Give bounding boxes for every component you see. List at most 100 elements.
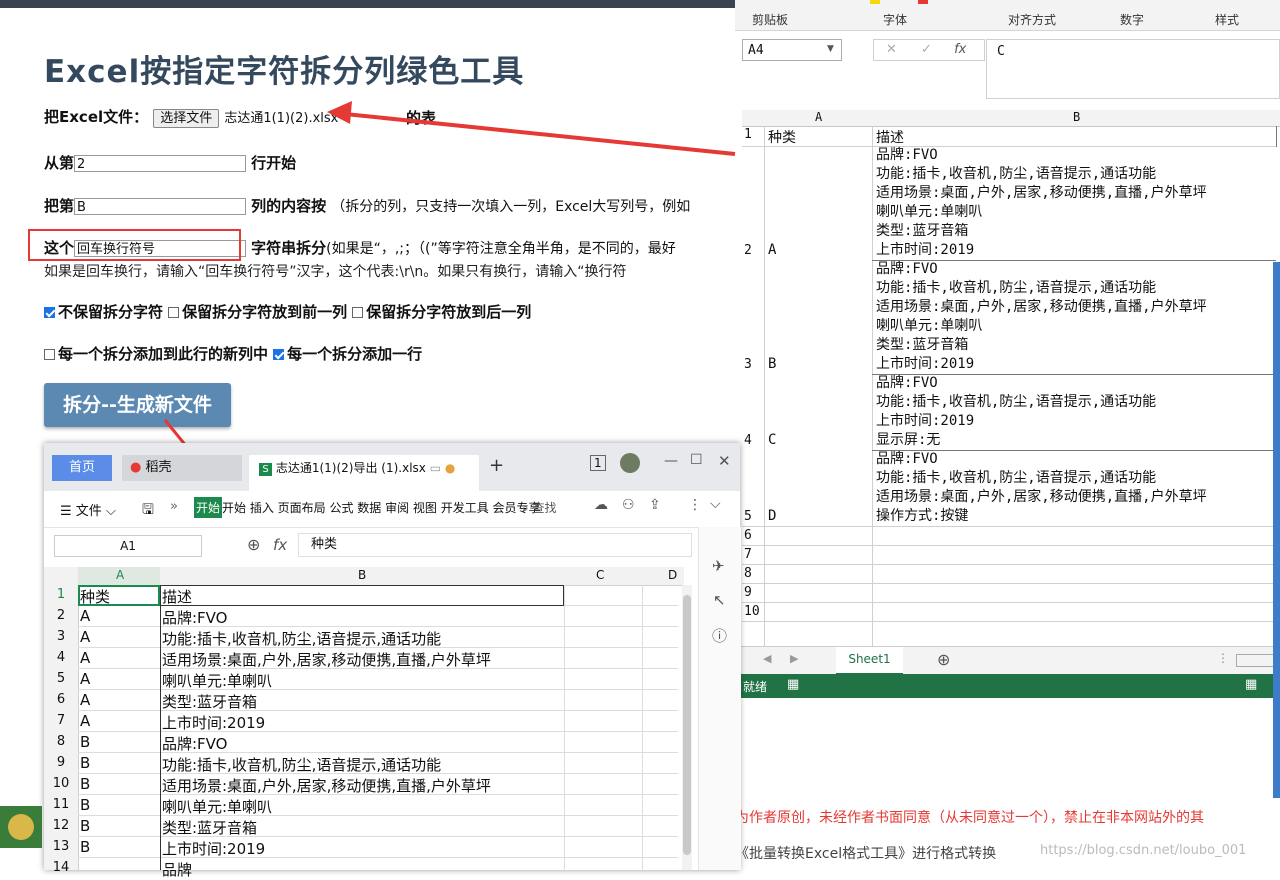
gridline [78, 836, 678, 837]
more-menu-icon[interactable]: » [170, 499, 178, 514]
gridline [78, 731, 678, 732]
wps-row-number: 12 [52, 818, 70, 833]
wps-cell-b: 适用场景:桌面,户外,居家,移动便携,直播,户外草坪 [162, 777, 491, 795]
help-icon[interactable]: ⓘ [712, 625, 727, 646]
zoom-icon[interactable]: ⊕ [247, 535, 260, 554]
wps-cell-b: 品牌:FVO [162, 609, 228, 627]
cloud-icon[interactable]: ☁ [594, 497, 608, 513]
close-icon[interactable]: ✕ [718, 452, 731, 470]
wps-cell-a: B [80, 754, 91, 772]
wps-col-a[interactable]: A [116, 568, 124, 582]
wps-cell-b: 功能:插卡,收音机,防尘,语音提示,通话功能 [162, 630, 442, 648]
tab-file-label: 志达通1(1)(2)导出 (1).xlsx [275, 461, 426, 475]
wps-cell-a: A [80, 607, 91, 625]
wps-cell-b: 喇叭单元:单喇叭 [162, 672, 273, 690]
menu-file[interactable]: ☰ 文件 ⌵ [60, 500, 116, 519]
wps-row-number: 5 [56, 671, 66, 686]
wps-cell-b: 功能:插卡,收音机,防尘,语音提示,通话功能 [162, 756, 442, 774]
unsaved-dot-icon: ● [444, 461, 456, 475]
wps-cell-a: A [80, 691, 91, 709]
wps-cell-a: A [80, 628, 91, 646]
menu-more-icon[interactable]: ⋮ [688, 497, 702, 513]
gridline [78, 815, 678, 816]
wps-row-number: 6 [56, 692, 66, 707]
wps-column-headers: A B C D [44, 567, 684, 586]
wps-row-number: 2 [56, 608, 66, 623]
gridline [78, 857, 678, 858]
search-icon[interactable]: ⌕ 查找 [522, 499, 557, 516]
active-cell-border [78, 585, 160, 606]
tab-home[interactable]: 首页 [52, 455, 112, 481]
gridline [78, 647, 678, 648]
header-border [160, 585, 564, 606]
desktop-icon-logo [8, 814, 34, 840]
desktop-icon[interactable] [0, 806, 42, 848]
maximize-icon[interactable]: ☐ [690, 452, 703, 468]
wps-cell-b: 上市时间:2019 [162, 714, 266, 732]
wps-cell-a: A [80, 649, 91, 667]
avatar[interactable] [620, 453, 640, 473]
gridline [160, 585, 161, 870]
tab-daoke-label: 稻壳 [145, 460, 172, 475]
wps-window: 首页 ● 稻壳 S 志达通1(1)(2)导出 (1).xlsx ▭ ● + 1 … [44, 443, 741, 879]
arrow-to-file [344, 112, 736, 156]
wps-sidebar: ✈ ↖ ⓘ [698, 527, 741, 870]
menu-file-label: 文件 [75, 504, 102, 519]
wps-row-number: 13 [52, 839, 70, 854]
cursor-icon[interactable]: ↖ [713, 591, 726, 609]
wps-menu-bar: ☰ 文件 ⌵ 🖫 » 开始 开始 插入 页面布局 公式 数据 审阅 视图 开发工… [44, 491, 740, 528]
rocket-icon[interactable]: ✈ [712, 557, 725, 575]
daoke-icon: ● [130, 460, 142, 475]
gridline [78, 689, 678, 690]
wps-cell-b: 适用场景:桌面,户外,居家,移动便携,直播,户外草坪 [162, 651, 491, 669]
wps-cell-a: B [80, 775, 91, 793]
wps-col-b[interactable]: B [358, 568, 366, 582]
wps-cell-b: 类型:蓝牙音箱 [162, 819, 258, 837]
wps-row-number: 1 [56, 587, 66, 602]
wps-grid[interactable]: 1 种类 描述 2 A 品牌:FVO 3 A 功能:插卡,收音机,防尘,语音提示,通话功能 4 A 适… [44, 585, 680, 879]
gridline [78, 794, 678, 795]
wps-row-number: 10 [52, 776, 70, 791]
wps-cell-a: A [80, 712, 91, 730]
gridline [78, 773, 678, 774]
tab-file[interactable]: S 志达通1(1)(2)导出 (1).xlsx ▭ ● [249, 455, 479, 491]
menu-start[interactable]: 开始 [194, 497, 223, 518]
wps-formula-bar[interactable]: 种类 [298, 533, 692, 557]
gridline [78, 668, 678, 669]
wps-col-d[interactable]: D [668, 568, 677, 582]
user-add-icon[interactable]: ⚇ [622, 497, 635, 513]
minimize-icon[interactable]: — [664, 453, 678, 469]
wps-cell-a: B [80, 838, 91, 856]
gridline [564, 585, 565, 870]
wps-cell-b: 上市时间:2019 [162, 840, 266, 858]
wps-name-box[interactable]: A1 [54, 535, 202, 557]
wps-row-number: 7 [56, 713, 66, 728]
wps-cell-b: 品牌:FVO [162, 735, 228, 753]
search-label: 查找 [532, 501, 557, 515]
tab-monitor-icon[interactable]: ▭ [430, 461, 441, 475]
wps-cell-b: 喇叭单元:单喇叭 [162, 798, 273, 816]
wps-titlebar: 首页 ● 稻壳 S 志达通1(1)(2)导出 (1).xlsx ▭ ● + 1 … [44, 443, 740, 491]
wps-col-c[interactable]: C [596, 568, 604, 582]
collapse-chevron-icon[interactable]: ⌵ [710, 496, 721, 512]
new-tab-icon[interactable]: + [489, 455, 504, 476]
tab-daoke[interactable]: ● 稻壳 [122, 455, 242, 481]
menu-items[interactable]: 开始 插入 页面布局 公式 数据 审阅 视图 开发工具 会员专享 [222, 499, 541, 516]
wps-cell-a: B [80, 796, 91, 814]
wps-fx-label[interactable]: fx [273, 536, 287, 554]
wps-cell-b: 类型:蓝牙音箱 [162, 693, 258, 711]
wps-scroll-thumb[interactable] [683, 595, 691, 855]
wps-row-number: 9 [56, 755, 66, 770]
wps-cell-a: B [80, 817, 91, 835]
wps-row-number: 3 [56, 629, 66, 644]
gridline [78, 710, 678, 711]
gridline [78, 752, 678, 753]
share-icon[interactable]: ⇪ [649, 497, 661, 513]
wps-cell-a: B [80, 733, 91, 751]
arrow-head-file [327, 101, 352, 124]
gridline [78, 626, 678, 627]
wps-vertical-scrollbar[interactable] [682, 585, 692, 870]
sheet-file-icon: S [259, 463, 272, 476]
save-icon[interactable]: 🖫 [142, 499, 154, 523]
window-count-icon[interactable]: 1 [590, 455, 606, 471]
